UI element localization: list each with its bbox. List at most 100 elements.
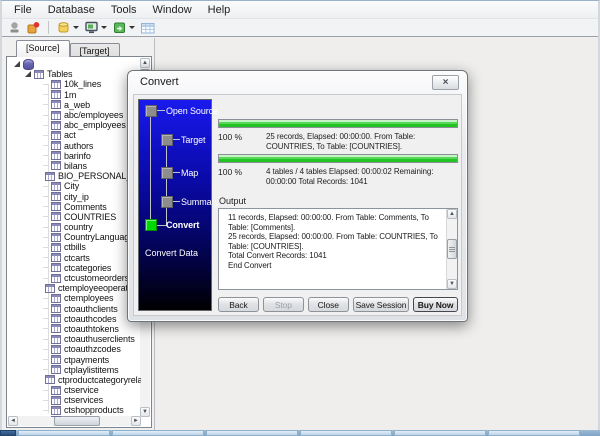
tree-item[interactable]: ctoauthcodes xyxy=(7,314,141,324)
close-button[interactable]: Close xyxy=(307,297,349,312)
step-label: Summary xyxy=(181,197,219,207)
menu-item-window[interactable]: Window xyxy=(145,2,200,18)
tree-node-tables[interactable]: Tables xyxy=(7,69,141,79)
scroll-left-icon[interactable]: ◄ xyxy=(8,416,18,426)
taskbar-button[interactable] xyxy=(206,430,298,436)
tree-item[interactable]: ctemployees xyxy=(7,293,141,303)
save-session-button[interactable]: Save Session xyxy=(352,297,410,312)
tree-root-database[interactable] xyxy=(7,58,141,70)
convert-dialog: Convert × Open Source Target Map Summary… xyxy=(127,70,468,322)
scroll-down-icon[interactable]: ▼ xyxy=(447,279,457,289)
scroll-up-icon[interactable]: ▲ xyxy=(140,58,150,68)
tree-item[interactable]: 1m xyxy=(7,90,141,100)
tree-item[interactable]: 10k_lines xyxy=(7,79,141,89)
tree-item[interactable]: BIO_PERSONAL_INF xyxy=(7,171,141,181)
target-database-icon xyxy=(85,21,98,34)
tree-item[interactable]: City xyxy=(7,181,141,191)
tree-item[interactable]: a_web xyxy=(7,100,141,110)
windows-taskbar[interactable] xyxy=(0,430,600,436)
progress-detail: 25 records, Elapsed: 00:00:00. From Tabl… xyxy=(266,132,416,151)
tree-item[interactable]: ctpayments xyxy=(7,354,141,365)
scroll-right-icon[interactable]: ► xyxy=(131,416,141,426)
taskbar-button[interactable] xyxy=(394,430,486,436)
tree-item-label: Comments xyxy=(64,201,107,212)
scrollbar-thumb[interactable] xyxy=(54,416,100,426)
close-icon[interactable]: × xyxy=(432,75,459,90)
tree-item[interactable]: ctplaylistitems xyxy=(7,365,141,375)
scroll-down-icon[interactable]: ▼ xyxy=(140,407,150,417)
panel-caption: Convert Data xyxy=(145,248,199,258)
tree-item[interactable]: city_ip xyxy=(7,191,141,202)
tree-item[interactable]: COUNTRIES xyxy=(7,212,141,222)
tree-item[interactable]: ctbills xyxy=(7,242,141,252)
tree-item[interactable]: barinfo xyxy=(7,151,141,161)
toolbar-separator xyxy=(48,21,49,34)
convert-button[interactable] xyxy=(111,20,137,35)
tree-item[interactable]: ctshopproducts xyxy=(7,405,141,415)
tree-item[interactable]: ctservices xyxy=(7,395,141,405)
table-icon xyxy=(51,141,61,151)
menu-item-database[interactable]: Database xyxy=(40,2,103,18)
user-button[interactable] xyxy=(6,20,23,35)
tree-item-label: ctoauthclients xyxy=(64,303,118,314)
database-icon xyxy=(23,58,34,70)
menu-item-file[interactable]: File xyxy=(6,2,40,18)
tab-source[interactable]: [Source] xyxy=(16,40,70,57)
menu-item-tools[interactable]: Tools xyxy=(103,2,145,18)
table-icon xyxy=(51,161,61,171)
menu-item-help[interactable]: Help xyxy=(200,2,239,18)
tree-item[interactable]: CountryLanguage xyxy=(7,232,141,242)
table-icon xyxy=(51,120,61,130)
back-button[interactable]: Back xyxy=(218,297,259,312)
buy-now-button[interactable]: Buy Now xyxy=(413,297,458,312)
tree-item-label: bilans xyxy=(64,160,87,171)
scrollbar-thumb[interactable] xyxy=(447,239,457,259)
tree-item[interactable]: abc_employees xyxy=(7,120,141,130)
open-source-button[interactable] xyxy=(55,20,81,35)
tree-item[interactable]: ctoauthzcodes xyxy=(7,344,141,354)
taskbar-button[interactable] xyxy=(112,430,204,436)
tree-item[interactable]: Comments xyxy=(7,202,141,212)
step-label: Target xyxy=(181,135,206,145)
expand-arrow-icon[interactable] xyxy=(25,71,31,78)
tree-item[interactable]: authors xyxy=(7,141,141,151)
disconnect-button[interactable] xyxy=(25,20,42,35)
tree-item[interactable]: act xyxy=(7,130,141,140)
tree-item[interactable]: ctcustomeorders xyxy=(7,273,141,283)
data-grid-button[interactable] xyxy=(139,21,157,35)
taskbar-button[interactable] xyxy=(300,430,392,436)
tree-item[interactable]: ctoauthuserclients xyxy=(7,334,141,344)
tree-item[interactable]: ctservice xyxy=(7,385,141,395)
taskbar-button[interactable] xyxy=(488,430,580,436)
progress-percent: 100 % xyxy=(218,132,243,142)
toolbar xyxy=(2,19,598,37)
output-text: 11 records, Elapsed: 00:00:00. From Tabl… xyxy=(219,209,445,289)
output-scrollbar[interactable]: ▲ ▼ xyxy=(446,209,457,289)
tree-item[interactable]: bilans xyxy=(7,161,141,171)
tree-item[interactable]: abc/employees xyxy=(7,110,141,120)
tree-horizontal-scrollbar[interactable]: ◄ ► xyxy=(8,416,141,426)
tree-item-label: ctservice xyxy=(64,385,99,396)
expand-arrow-icon[interactable] xyxy=(14,61,20,68)
taskbar-start-button[interactable] xyxy=(0,430,16,436)
tree-item-label: barinfo xyxy=(64,150,91,161)
tree-item-label: CountryLanguage xyxy=(64,232,135,243)
table-icon xyxy=(51,293,61,303)
tree-item[interactable]: ctcarts xyxy=(7,253,141,263)
tree-item-partial[interactable] xyxy=(7,416,141,417)
tree-item-label: 10k_lines xyxy=(64,79,102,90)
dialog-buttons: Back Stop Close Save Session Buy Now xyxy=(218,297,458,312)
taskbar-button[interactable] xyxy=(18,430,110,436)
tree-item[interactable]: ctoauthclients xyxy=(7,304,141,314)
scroll-up-icon[interactable]: ▲ xyxy=(447,209,457,219)
step-label: Map xyxy=(181,168,199,178)
table-icon xyxy=(51,324,61,334)
tree-item-label: ctemployees xyxy=(64,293,114,304)
tree-item[interactable]: ctemployeeoperatelog xyxy=(7,283,141,293)
target-button[interactable] xyxy=(83,20,109,35)
tree-item[interactable]: ctcategories xyxy=(7,263,141,273)
tree-item[interactable]: country xyxy=(7,222,141,232)
output-box[interactable]: 11 records, Elapsed: 00:00:00. From Tabl… xyxy=(218,208,458,290)
tree-item[interactable]: ctproductcategoryrelation xyxy=(7,375,141,385)
tree-item[interactable]: ctoauthtokens xyxy=(7,324,141,334)
